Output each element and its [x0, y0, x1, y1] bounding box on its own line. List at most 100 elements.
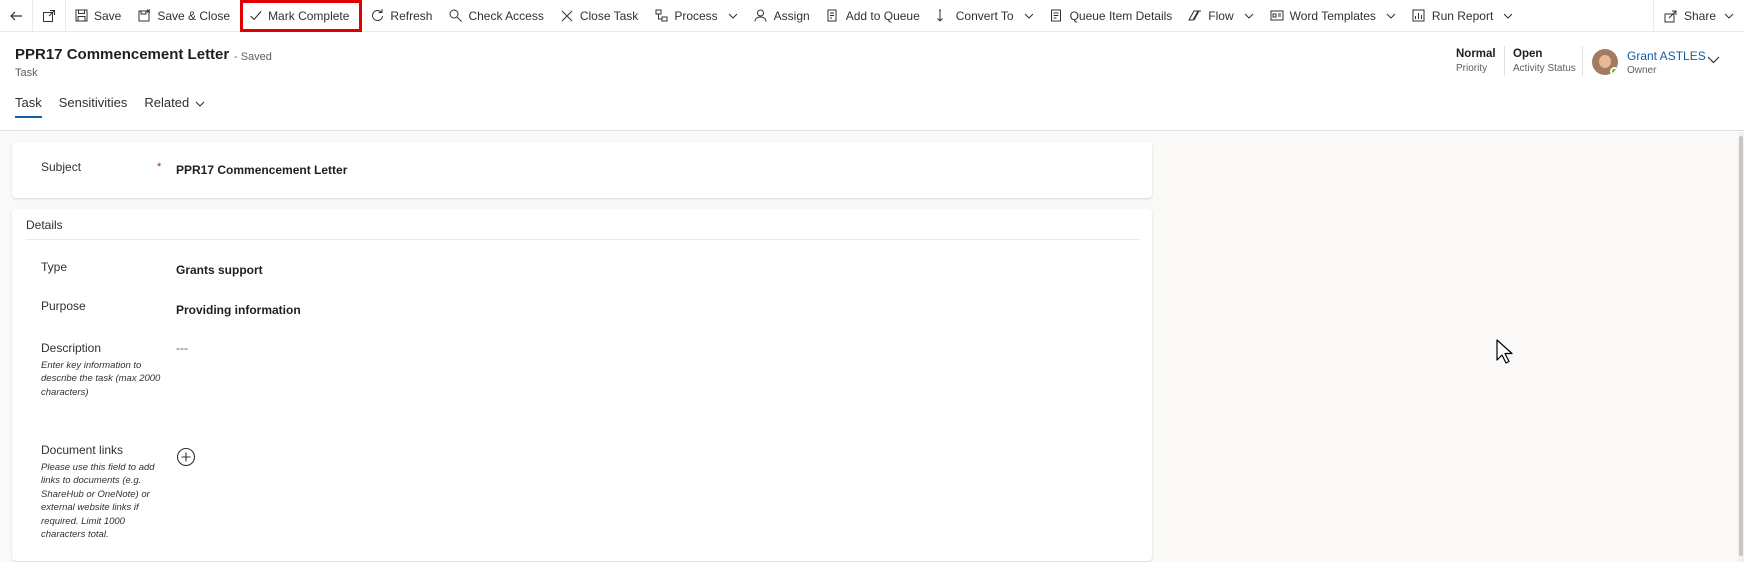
divider	[1582, 46, 1583, 76]
close-task-label: Close Task	[579, 8, 639, 23]
priority-value: Normal	[1456, 48, 1496, 60]
tab-sensitivities-label: Sensitivities	[58, 94, 128, 110]
save-close-icon	[137, 9, 151, 23]
required-indicator: *	[157, 161, 162, 173]
share-area: Share	[1652, 0, 1744, 32]
checkmark-icon	[248, 9, 262, 23]
document-links-label: Document links	[41, 443, 124, 457]
process-label: Process	[674, 8, 718, 23]
add-to-queue-button[interactable]: Add to Queue	[818, 0, 928, 32]
search-icon	[448, 9, 462, 23]
convert-to-button[interactable]: Convert To	[928, 0, 1042, 32]
priority-field[interactable]: Normal Priority	[1456, 48, 1496, 74]
check-access-label: Check Access	[468, 8, 544, 23]
scrollbar-thumb[interactable]	[1739, 136, 1743, 556]
description-field[interactable]: ---	[176, 341, 188, 355]
process-icon	[654, 9, 668, 23]
owner-name-link[interactable]: Grant ASTLES	[1627, 49, 1706, 63]
chevron-down-icon	[1503, 11, 1513, 21]
entity-name: Task	[15, 67, 38, 79]
close-task-button[interactable]: Close Task	[552, 0, 646, 32]
assign-label: Assign	[773, 8, 810, 23]
document-links-help-text: Please use this field to add links to do…	[41, 462, 155, 541]
mark-complete-button[interactable]: Mark Complete	[240, 0, 363, 32]
refresh-label: Refresh	[390, 8, 433, 23]
tab-related[interactable]: Related	[144, 88, 205, 116]
flow-button[interactable]: Flow	[1180, 0, 1261, 32]
queue-item-details-button[interactable]: Queue Item Details	[1042, 0, 1181, 32]
type-field[interactable]: Grants support	[176, 263, 263, 277]
tab-task[interactable]: Task	[15, 88, 42, 118]
save-and-close-button[interactable]: Save & Close	[129, 0, 238, 32]
presence-available-icon	[1610, 67, 1618, 75]
flow-label: Flow	[1208, 8, 1234, 23]
queue-icon	[826, 9, 840, 23]
convert-to-label: Convert To	[955, 8, 1014, 23]
tab-related-label: Related	[144, 94, 190, 110]
priority-label: Priority	[1456, 63, 1488, 74]
record-header: PPR17 Commencement Letter - Saved Task N…	[0, 32, 1744, 131]
open-new-window-button[interactable]	[33, 0, 65, 32]
report-icon	[1412, 9, 1426, 23]
share-button[interactable]: Share	[1654, 0, 1744, 32]
owner-label: Owner	[1627, 65, 1657, 76]
assign-button[interactable]: Assign	[746, 0, 818, 32]
page-scrollbar[interactable]	[1738, 132, 1744, 562]
flow-icon	[1188, 9, 1202, 23]
run-report-button[interactable]: Run Report	[1404, 0, 1521, 32]
mouse-cursor-icon	[1496, 339, 1514, 370]
divider	[1504, 46, 1505, 76]
word-templates-button[interactable]: Word Templates	[1262, 0, 1404, 32]
divider	[26, 239, 1140, 240]
run-report-label: Run Report	[1431, 8, 1494, 23]
word-icon	[1270, 9, 1284, 23]
expand-header-button[interactable]	[1707, 51, 1720, 69]
tab-sensitivities[interactable]: Sensitivities	[59, 88, 128, 116]
command-bar: Save Save & Close Mark Complete Refresh …	[0, 0, 1744, 32]
activity-status-label: Activity Status	[1513, 63, 1576, 74]
open-in-new-window-icon	[43, 9, 55, 22]
avatar-face	[1599, 55, 1611, 68]
mark-complete-label: Mark Complete	[268, 8, 350, 23]
add-to-queue-label: Add to Queue	[845, 8, 920, 23]
subject-section: Subject * PPR17 Commencement Letter	[12, 142, 1152, 198]
purpose-field[interactable]: Providing information	[176, 303, 301, 317]
queue-item-details-label: Queue Item Details	[1069, 8, 1173, 23]
chevron-down-icon	[1386, 11, 1396, 21]
save-and-close-label: Save & Close	[157, 8, 231, 23]
record-title: PPR17 Commencement Letter	[15, 46, 230, 63]
close-icon	[560, 9, 574, 23]
form-tabs: Task Sensitivities Related	[15, 88, 222, 118]
chevron-down-icon	[728, 11, 738, 21]
back-button[interactable]	[0, 0, 32, 32]
save-button[interactable]: Save	[66, 0, 129, 32]
process-button[interactable]: Process	[646, 0, 745, 32]
refresh-button[interactable]: Refresh	[362, 0, 440, 32]
word-templates-label: Word Templates	[1289, 8, 1376, 23]
purpose-label: Purpose	[41, 299, 86, 313]
details-icon	[1050, 9, 1064, 23]
share-label: Share	[1683, 9, 1716, 23]
add-circle-icon	[176, 447, 196, 467]
chevron-down-icon	[1244, 11, 1254, 21]
back-arrow-icon	[10, 11, 22, 20]
chevron-down-icon	[195, 95, 205, 110]
person-icon	[754, 9, 768, 23]
details-section: Details Type Grants support Purpose Prov…	[12, 209, 1152, 561]
avatar	[1592, 49, 1618, 75]
save-icon	[74, 9, 88, 23]
share-icon	[1664, 9, 1678, 23]
activity-status-value: Open	[1513, 48, 1543, 60]
chevron-down-icon	[1707, 56, 1720, 64]
type-label: Type	[41, 260, 68, 274]
convert-icon	[936, 9, 950, 23]
subject-label: Subject	[41, 160, 82, 174]
subject-field[interactable]: PPR17 Commencement Letter	[176, 163, 347, 177]
add-document-link-button[interactable]	[176, 447, 196, 467]
check-access-button[interactable]: Check Access	[440, 0, 551, 32]
tab-task-label: Task	[15, 94, 42, 110]
activity-status-field[interactable]: Open Activity Status	[1513, 48, 1576, 74]
description-label: Description	[41, 341, 102, 355]
chevron-down-icon	[1724, 11, 1734, 21]
save-label: Save	[94, 8, 122, 23]
